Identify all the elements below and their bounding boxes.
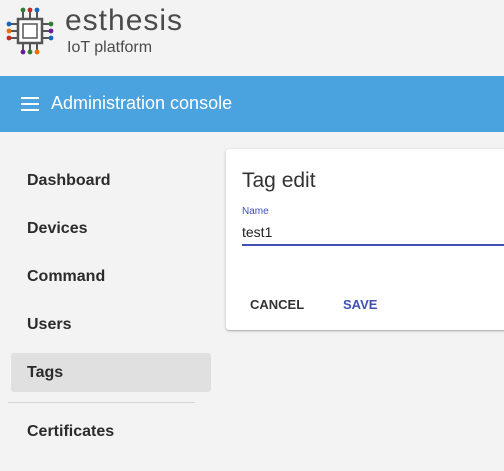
top-toolbar: Administration console [0, 76, 504, 132]
sidebar-item-certificates[interactable]: Certificates [11, 412, 211, 451]
toolbar-title: Administration console [51, 93, 233, 113]
brand-subtitle: IoT platform [67, 39, 153, 56]
cancel-button[interactable]: CANCEL [250, 287, 304, 323]
card-title: Tag edit [242, 169, 316, 192]
chip-logo-icon [6, 7, 54, 55]
sidebar-item-devices[interactable]: Devices [11, 209, 211, 248]
save-button[interactable]: SAVE [343, 287, 377, 323]
name-field-label: Name [242, 206, 269, 217]
sidebar-item-users[interactable]: Users [11, 305, 211, 344]
menu-icon[interactable] [21, 97, 41, 111]
tag-edit-card: Tag edit Name CANCEL SAVE [226, 149, 504, 330]
sidebar-divider [8, 402, 195, 403]
name-input[interactable] [242, 220, 504, 246]
brand-header: esthesis IoT platform [0, 0, 504, 76]
sidebar-item-tags[interactable]: Tags [11, 353, 211, 392]
sidebar-item-command[interactable]: Command [11, 257, 211, 296]
brand-name: esthesis [65, 4, 184, 37]
sidebar-item-dashboard[interactable]: Dashboard [11, 161, 211, 200]
